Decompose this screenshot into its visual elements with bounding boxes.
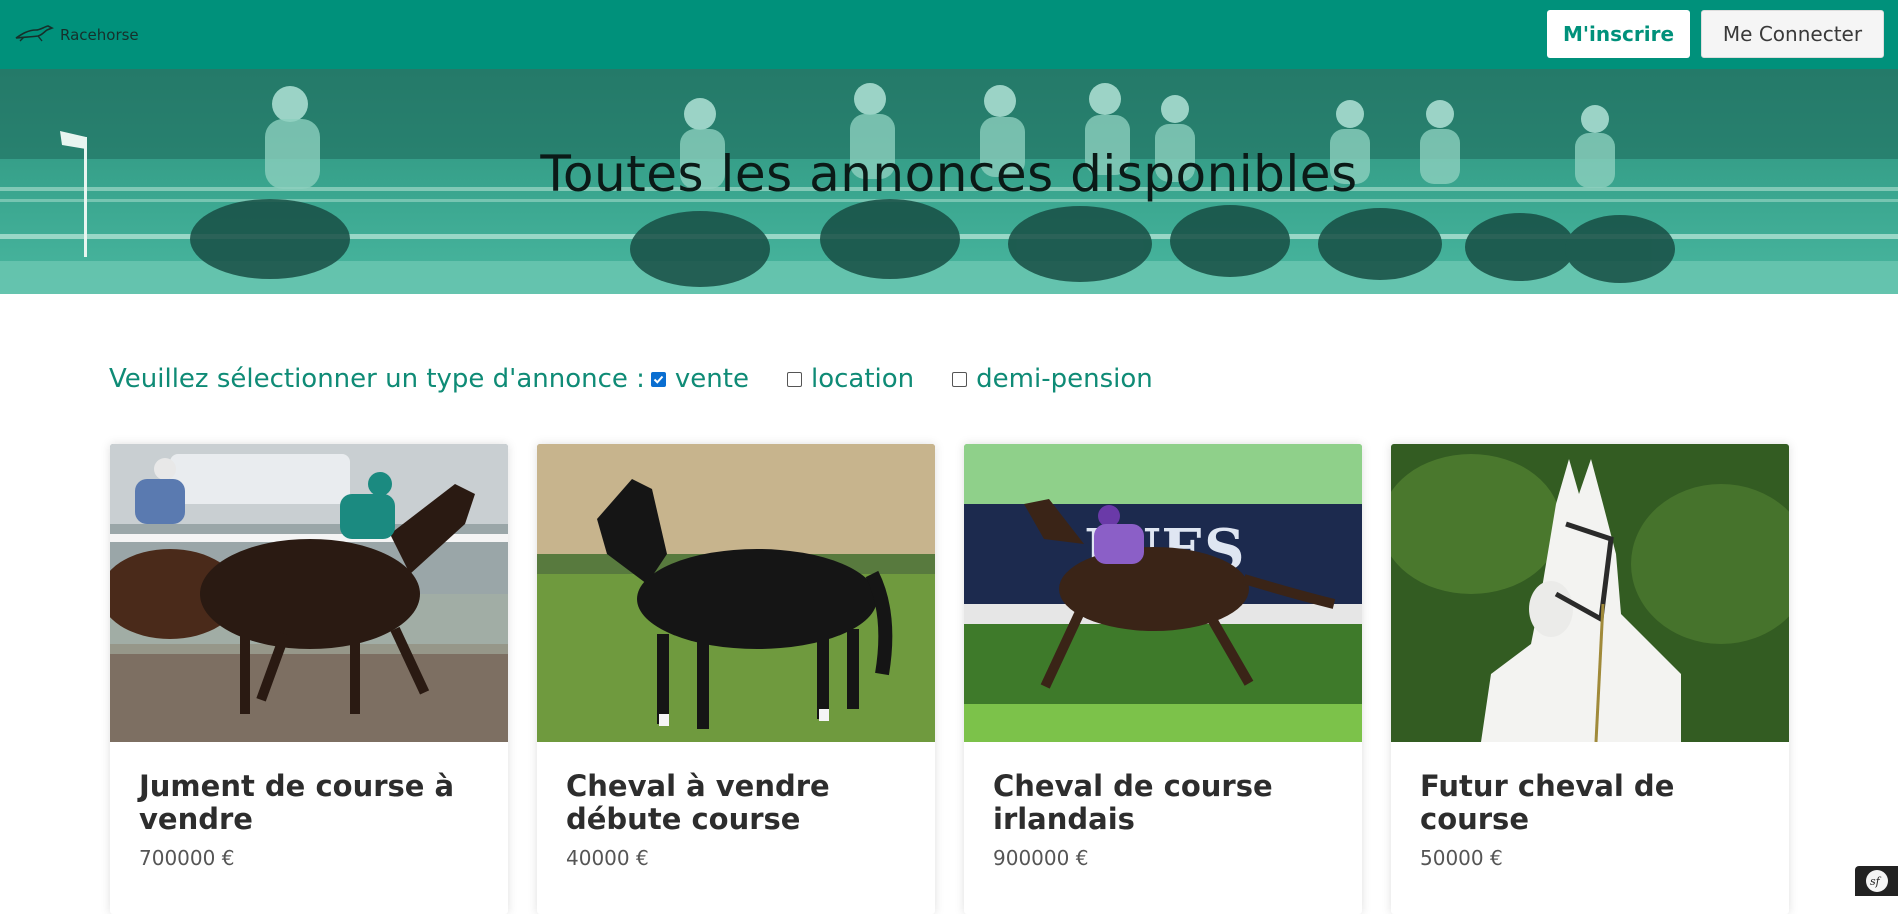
filter-option-vente[interactable]: vente [650,364,749,394]
listing-image-black-horse [537,444,935,742]
listing-image-irish-racehorse: INES [964,444,1362,742]
horse-logo-icon [14,24,60,46]
listing-title[interactable]: Cheval à vendre débute course [566,770,906,836]
hero-banner: Toutes les annonces disponibles [0,69,1898,294]
navbar: Racehorse M'inscrire Me Connecter [0,0,1898,69]
symfony-icon: sf [1865,870,1888,892]
listing-card[interactable]: Futur cheval de course 50000 € [1391,444,1789,914]
listing-price: 900000 € [993,846,1089,870]
listing-title[interactable]: Jument de course à vendre [139,770,479,836]
listing-card[interactable]: INES Cheval de course irlandais 900000 € [964,444,1362,914]
login-button[interactable]: Me Connecter [1701,10,1884,58]
listing-image-racing-mare [110,444,508,742]
filter-label-vente: vente [674,364,749,394]
register-button[interactable]: M'inscrire [1547,10,1690,58]
brand-link[interactable]: Racehorse [14,20,139,50]
symfony-debug-toolbar-toggle[interactable]: sf [1855,866,1898,896]
listing-price: 40000 € [566,846,649,870]
checkbox-location[interactable] [786,371,802,387]
listing-card[interactable]: Jument de course à vendre 700000 € [110,444,508,914]
listing-type-filter: Veuillez sélectionner un type d'annonce … [109,364,1191,394]
filter-prompt: Veuillez sélectionner un type d'annonce … [109,364,645,394]
filter-option-location[interactable]: location [786,364,915,394]
filter-label-location: location [810,364,915,394]
listing-image-white-horse [1391,444,1789,742]
listing-title[interactable]: Futur cheval de course [1420,770,1760,836]
check-icon [653,375,664,384]
listing-price: 50000 € [1420,846,1503,870]
brand-name: Racehorse [60,26,139,44]
page-title: Toutes les annonces disponibles [540,145,1358,203]
listing-price: 700000 € [139,846,235,870]
filter-option-demi-pension[interactable]: demi-pension [952,364,1153,394]
listing-card[interactable]: Cheval à vendre débute course 40000 € [537,444,935,914]
listing-title[interactable]: Cheval de course irlandais [993,770,1333,836]
filter-label-demi-pension: demi-pension [976,364,1153,394]
checkbox-vente[interactable] [650,371,666,387]
checkbox-demi-pension[interactable] [952,371,968,387]
